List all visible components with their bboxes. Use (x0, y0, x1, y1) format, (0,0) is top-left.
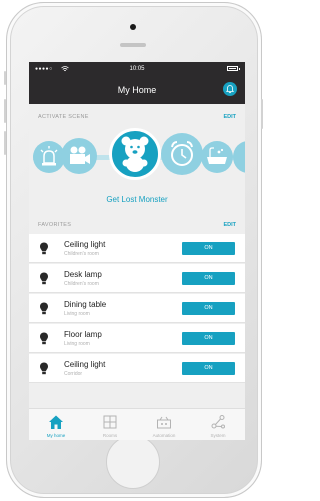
scenes-section-label: ACTIVATE SCENE (38, 114, 89, 120)
scene-alarm-clock[interactable] (161, 133, 203, 175)
scene-partial[interactable] (233, 141, 245, 173)
device-name: Desk lamp (64, 270, 102, 279)
tab-system[interactable]: System (191, 409, 245, 440)
bulb-icon (40, 242, 48, 255)
on-button[interactable]: ON (182, 332, 235, 345)
rooms-icon (103, 415, 117, 429)
favorites-section-label: FAVORITES (38, 222, 72, 228)
device-name: Ceiling light (64, 240, 106, 249)
on-button[interactable]: ON (182, 362, 235, 375)
mute-switch (4, 71, 6, 85)
tab-rooms[interactable]: Rooms (83, 409, 137, 440)
device-room: Corridor (64, 371, 83, 377)
scene-bathtub[interactable] (201, 141, 233, 173)
device-room: Children's room (64, 251, 99, 257)
scene-teddy-bear[interactable] (109, 128, 161, 180)
favorites-edit-button[interactable]: EDIT (223, 222, 236, 228)
scene-video-camera[interactable] (61, 138, 97, 174)
tab-label: Automation (152, 433, 176, 438)
device-room: Living room (64, 311, 90, 317)
device-room: Children's room (64, 281, 99, 287)
alarm-clock-icon (171, 141, 193, 166)
on-button[interactable]: ON (182, 272, 235, 285)
tab-label: My home (46, 433, 66, 438)
tab-label: System (210, 433, 226, 438)
device-name: Ceiling light (64, 360, 106, 369)
favorites-header: FAVORITES EDIT (29, 218, 245, 230)
bulb-icon (40, 332, 48, 345)
list-item[interactable]: Desk lamp Children's room ON (29, 264, 245, 293)
on-button[interactable]: ON (182, 302, 235, 315)
status-time: 10:05 (129, 66, 145, 72)
bulb-icon (40, 362, 48, 375)
page-title: My Home (117, 85, 157, 95)
tab-my-home[interactable]: My home (29, 409, 83, 440)
home-button[interactable] (106, 435, 160, 489)
home-icon (49, 415, 63, 429)
list-item[interactable]: Floor lamp Living room ON (29, 324, 245, 353)
bathtub-icon (207, 147, 227, 164)
system-icon (211, 415, 225, 429)
device-name: Floor lamp (64, 330, 102, 339)
power-button (261, 99, 263, 129)
app-screen: ●●●●○ 10:05 My Home ACTIVATE SCENE EDIT (29, 62, 245, 440)
nav-bar: My Home (29, 76, 245, 104)
video-camera-icon (70, 146, 90, 164)
bulb-icon (40, 272, 48, 285)
device-room: Living room (64, 341, 90, 347)
automation-icon (157, 416, 171, 429)
scenes-header: ACTIVATE SCENE EDIT (29, 110, 245, 122)
bulb-icon (40, 302, 48, 315)
active-scene-name: Get Lost Monster (106, 195, 168, 204)
bell-icon[interactable] (223, 82, 237, 96)
tab-automation[interactable]: Automation (137, 409, 191, 440)
tab-label: Rooms (102, 433, 118, 438)
earpiece (120, 43, 146, 47)
status-bar: ●●●●○ 10:05 (29, 62, 245, 76)
list-item[interactable]: Ceiling light Corridor ON (29, 354, 245, 383)
battery-icon (227, 66, 240, 71)
teddy-bear-icon (121, 136, 149, 172)
list-item[interactable]: Ceiling light Children's room ON (29, 234, 245, 263)
device-name: Dining table (64, 300, 107, 309)
volume-up-button (4, 99, 6, 123)
tab-bar: My home Rooms Automation System (29, 408, 245, 440)
front-camera (130, 24, 136, 30)
list-item[interactable]: Dining table Living room ON (29, 294, 245, 323)
scenes-edit-button[interactable]: EDIT (223, 114, 236, 120)
volume-down-button (4, 131, 6, 155)
on-button[interactable]: ON (182, 242, 235, 255)
